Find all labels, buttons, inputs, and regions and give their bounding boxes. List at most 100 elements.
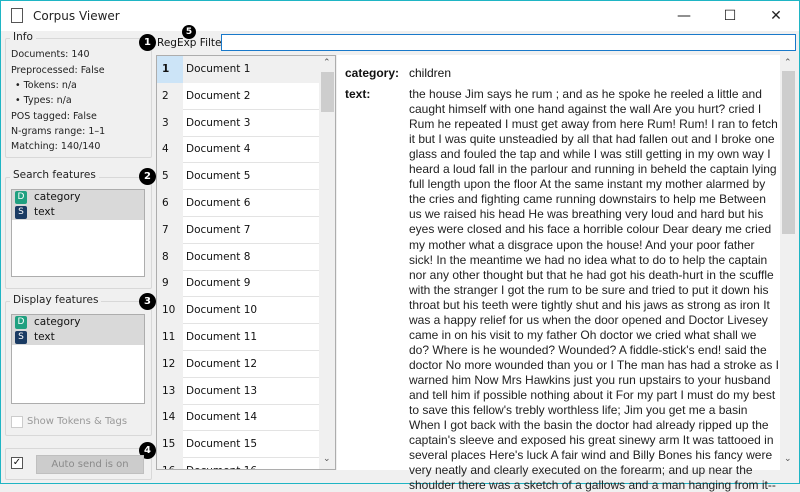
row-document-name: Document 14 (186, 411, 258, 424)
text-line: warned him Now Mrs Hawkins just you run … (409, 372, 771, 387)
search-feature-category[interactable]: Dcategory (12, 190, 144, 205)
text-line: came in on his visit to my father Oh doc… (409, 327, 757, 342)
info-types: • Types: n/a (15, 95, 72, 106)
text-line: was a happy relief for us when the door … (409, 312, 768, 327)
table-row[interactable]: 13 Document 13 (157, 377, 319, 405)
table-row[interactable]: 5 Document 5 (157, 163, 319, 191)
info-matching: Matching: 140/140 (11, 141, 101, 152)
text-line: very neatly and clearly executed on the … (409, 463, 753, 478)
info-title: Info (10, 31, 36, 43)
info-pos-tagged: POS tagged: False (11, 111, 97, 122)
document-text-view: category: children text: the house Jim s… (337, 55, 797, 492)
app-icon (11, 8, 23, 23)
callout-3: 3 (139, 293, 156, 310)
row-document-name: Document 2 (186, 89, 251, 102)
info-documents: Documents: 140 (11, 49, 90, 60)
row-document-name: Document 11 (186, 331, 258, 343)
search-feature-text[interactable]: Stext (12, 205, 144, 220)
auto-send-checkbox[interactable]: ✓ (11, 457, 23, 469)
callout-2: 2 (139, 168, 156, 185)
row-document-name: Document 5 (186, 170, 251, 183)
string-icon: S (15, 331, 27, 344)
text-line: sick! In the meantime we had no idea wha… (409, 252, 768, 267)
row-document-name: Document 6 (186, 197, 251, 209)
row-number: 7 (157, 216, 183, 244)
text-line: it but I was quite unsteadied by all tha… (409, 132, 775, 147)
text-line: full length upon the floor At the same i… (409, 177, 766, 192)
discrete-icon: D (15, 316, 27, 329)
minimize-button[interactable]: — (661, 5, 707, 27)
row-number: 4 (157, 136, 183, 164)
info-ngrams: N-grams range: 1–1 (11, 126, 106, 137)
text-line: captain's sleeve and exposed his great s… (409, 433, 774, 448)
table-row[interactable]: 4 Document 4 (157, 136, 319, 164)
show-tokens-checkbox[interactable] (11, 416, 23, 428)
row-number: 11 (157, 324, 183, 351)
close-button[interactable]: ✕ (753, 5, 799, 27)
text-line: the house Jim says he rum ; and as he sp… (409, 87, 762, 101)
text-line: nor any other thought but that he had go… (409, 267, 774, 282)
text-line: doctor No more wounded than you or I The… (409, 357, 779, 372)
show-tokens-label: Show Tokens & Tags (27, 416, 128, 427)
text-line: do? Where is he wounded? Wounded? A fidd… (409, 342, 767, 357)
window-title: Corpus Viewer (33, 9, 120, 23)
category-label: category: (345, 66, 400, 80)
text-line: with the stranger I got the rum to be su… (409, 282, 769, 297)
text-line: When I got back with the basin the docto… (409, 418, 769, 433)
text-scrollbar[interactable]: ⌃ ⌄ (780, 55, 797, 470)
table-row[interactable]: 11 Document 11 (157, 324, 319, 351)
row-number: 3 (157, 109, 183, 137)
display-feature-category[interactable]: Dcategory (12, 315, 144, 330)
table-row[interactable]: 1 Document 1 (157, 56, 319, 83)
row-document-name: Document 8 (186, 250, 251, 263)
maximize-button[interactable]: ☐ (707, 5, 753, 27)
display-features-list[interactable]: Dcategory Stext (11, 314, 145, 404)
title-bar: Corpus Viewer — ☐ ✕ (1, 1, 799, 31)
info-preprocessed: Preprocessed: False (11, 65, 105, 76)
auto-send-button[interactable]: Auto send is on (36, 455, 144, 474)
feature-label: text (34, 206, 55, 218)
text-line: Rum he repeated I must get away from her… (409, 117, 778, 132)
table-row[interactable]: 6 Document 6 (157, 190, 319, 217)
display-feature-text[interactable]: Stext (12, 330, 144, 345)
string-icon: S (15, 206, 27, 219)
row-number: 16 (157, 458, 183, 469)
table-row[interactable]: 7 Document 7 (157, 216, 319, 244)
table-row[interactable]: 9 Document 9 (157, 270, 319, 298)
scroll-up-icon[interactable]: ⌃ (784, 57, 792, 68)
table-row[interactable]: 10 Document 10 (157, 297, 319, 325)
feature-label: text (34, 331, 55, 343)
regexp-filter-label: RegExp Filter: (157, 37, 230, 49)
scroll-up-icon[interactable]: ⌃ (323, 58, 331, 68)
text-line: several places Here's luck A fair wind a… (409, 448, 773, 463)
table-row[interactable]: 3 Document 3 (157, 109, 319, 137)
row-document-name: Document 12 (186, 357, 258, 370)
scroll-thumb[interactable] (321, 72, 334, 112)
table-row[interactable]: 16Document 16 (157, 458, 319, 469)
scroll-down-icon[interactable]: ⌄ (323, 454, 331, 464)
table-row[interactable]: 2 Document 2 (157, 82, 319, 110)
category-value: children (409, 66, 452, 80)
table-row[interactable]: 12 Document 12 (157, 350, 319, 378)
row-number: 6 (157, 190, 183, 217)
row-document-name: Document 16 (183, 458, 319, 469)
text-line: my mother what a disgrace upon the house… (409, 237, 755, 252)
scroll-down-icon[interactable]: ⌄ (784, 453, 792, 464)
display-features-title: Display features (10, 294, 102, 306)
table-row[interactable]: 8 Document 8 (157, 243, 319, 271)
row-number: 15 (157, 431, 183, 459)
info-tokens: • Tokens: n/a (15, 80, 77, 91)
text-line: throat but his teeth were tightly shut a… (409, 297, 770, 312)
scroll-thumb[interactable] (782, 71, 795, 234)
row-number: 8 (157, 243, 183, 271)
regexp-filter-input[interactable] (221, 34, 796, 51)
document-table[interactable]: 1 Document 1 2 Document 2 3 Document 3 4 Docume… (156, 55, 336, 470)
search-features-list[interactable]: Dcategory Stext (11, 189, 145, 277)
text-line: glass and fouled the tap and while I was… (409, 147, 771, 162)
table-row[interactable]: 15 Document 15 (157, 431, 319, 459)
table-row[interactable]: 14 Document 14 (157, 404, 319, 432)
text-line: caught himself with one hand against the… (409, 102, 762, 117)
table-scrollbar[interactable]: ⌃ ⌄ (319, 56, 335, 469)
row-document-name: Document 3 (186, 116, 251, 129)
row-document-name: Document 4 (186, 143, 251, 156)
